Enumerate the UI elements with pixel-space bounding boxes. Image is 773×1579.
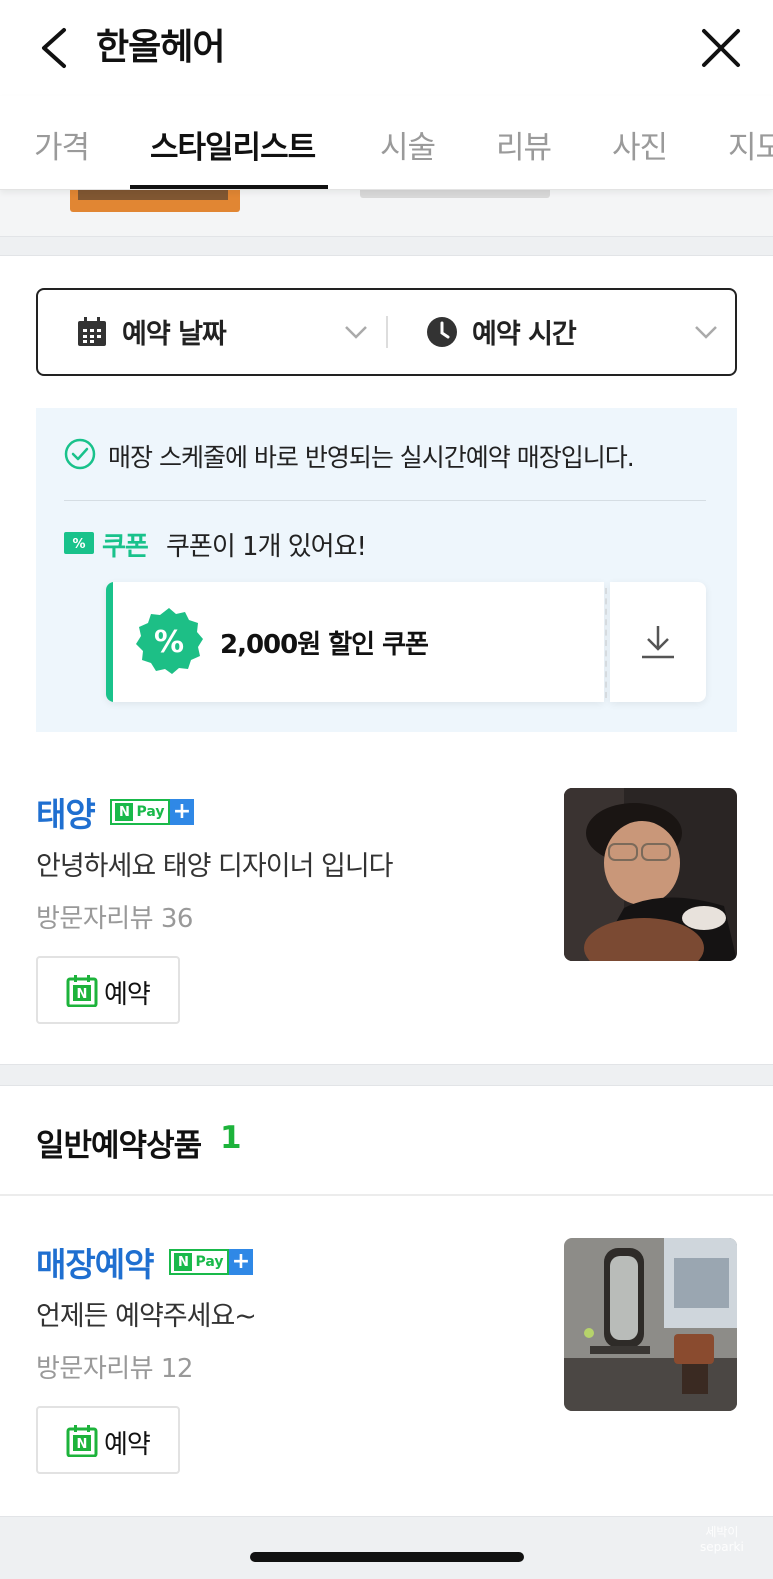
tab-photo[interactable]: 사진: [612, 122, 668, 167]
coupon-title: 2,000원 할인 쿠폰: [220, 630, 429, 660]
coupon-card[interactable]: % 2,000원 할인 쿠폰: [106, 582, 604, 702]
coupon-label: 쿠폰: [102, 532, 149, 562]
npay-logo: N Pay: [110, 799, 170, 825]
product-reserve-button[interactable]: N 예약: [36, 1406, 180, 1474]
coupon-perforation: [605, 588, 607, 698]
tab-review[interactable]: 리뷰: [496, 122, 552, 167]
time-label: 예약 시간: [472, 319, 577, 350]
coupon-download-button[interactable]: [610, 582, 706, 702]
section-divider: [0, 1064, 773, 1086]
svg-text:N: N: [77, 1437, 88, 1452]
section-count: 1: [220, 1120, 242, 1156]
svg-text:%: %: [154, 625, 184, 660]
time-picker[interactable]: 예약 시간: [388, 290, 736, 374]
reserve-label: 예약: [104, 1430, 151, 1460]
section-divider: [0, 236, 773, 256]
date-picker[interactable]: 예약 날짜: [38, 290, 386, 374]
chevron-down-icon: [692, 318, 720, 346]
tab-map[interactable]: 지도: [728, 122, 773, 167]
coupon-message: 쿠폰이 1개 있어요!: [166, 532, 367, 562]
product-review-count[interactable]: 방문자리뷰 12: [36, 1348, 193, 1385]
stylist-description: 안녕하세요 태양 디자이너 입니다: [36, 851, 394, 882]
section-underline: [0, 1194, 773, 1196]
info-divider: [64, 500, 706, 501]
home-indicator[interactable]: [250, 1552, 524, 1562]
coupon-accent-bar: [106, 582, 113, 702]
download-icon: [638, 622, 678, 662]
previous-content-peek: [0, 190, 773, 238]
npay-pay: Pay: [195, 1254, 224, 1270]
date-label: 예약 날짜: [122, 319, 227, 350]
npay-plus-badge: N Pay +: [169, 1249, 253, 1275]
stylist-name[interactable]: 태양: [36, 788, 96, 836]
watermark: 세박이 separki: [700, 1525, 744, 1555]
calendar-icon: [76, 316, 108, 348]
close-icon[interactable]: [699, 26, 743, 70]
naver-calendar-icon: N: [66, 1425, 98, 1458]
stylist-photo[interactable]: [564, 788, 737, 961]
section-title: 일반예약상품: [36, 1128, 202, 1164]
svg-text:%: %: [72, 537, 85, 552]
check-circle-icon: [64, 438, 96, 470]
top-bar: 한올헤어: [0, 0, 773, 96]
clock-icon: [426, 316, 458, 348]
svg-text:N: N: [77, 987, 88, 1002]
realtime-notice: 매장 스케줄에 바로 반영되는 실시간예약 매장입니다.: [108, 443, 635, 472]
reserve-label: 예약: [104, 980, 151, 1010]
info-box: 매장 스케줄에 바로 반영되는 실시간예약 매장입니다. % 쿠폰 쿠폰이 1개…: [36, 408, 737, 732]
product-name[interactable]: 매장예약: [36, 1238, 154, 1286]
plus-icon: +: [170, 799, 194, 825]
reservation-picker: 예약 날짜 예약 시간: [36, 288, 737, 376]
watermark-line2: separki: [700, 1540, 744, 1554]
product-description: 언제든 예약주세요~: [36, 1301, 257, 1332]
npay-n: N: [174, 1253, 193, 1271]
chevron-down-icon: [342, 318, 370, 346]
tab-price[interactable]: 가격: [34, 122, 90, 167]
cropped-text: [360, 190, 550, 198]
stylist-review-count[interactable]: 방문자리뷰 36: [36, 898, 193, 935]
percent-badge-icon: %: [134, 606, 204, 676]
page-title: 한올헤어: [96, 27, 225, 68]
coupon-ticket-icon: %: [64, 530, 94, 556]
naver-calendar-icon: N: [66, 975, 98, 1008]
tab-stylist[interactable]: 스타일리스트: [150, 122, 316, 167]
plus-icon: +: [229, 1249, 253, 1275]
active-tab-indicator: [130, 185, 328, 189]
npay-pay: Pay: [136, 804, 165, 820]
bottom-area: [0, 1516, 773, 1579]
tab-treatment[interactable]: 시술: [380, 122, 436, 167]
tab-bar: 가격 스타일리스트 시술 리뷰 사진 지도: [0, 96, 773, 190]
npay-logo: N Pay: [169, 1249, 229, 1275]
npay-plus-badge: N Pay +: [110, 799, 194, 825]
cropped-banner-image: [70, 190, 240, 212]
stylist-reserve-button[interactable]: N 예약: [36, 956, 180, 1024]
npay-n: N: [115, 803, 134, 821]
product-photo[interactable]: [564, 1238, 737, 1411]
watermark-line1: 세박이: [705, 1525, 739, 1539]
back-arrow-icon[interactable]: [36, 24, 76, 72]
